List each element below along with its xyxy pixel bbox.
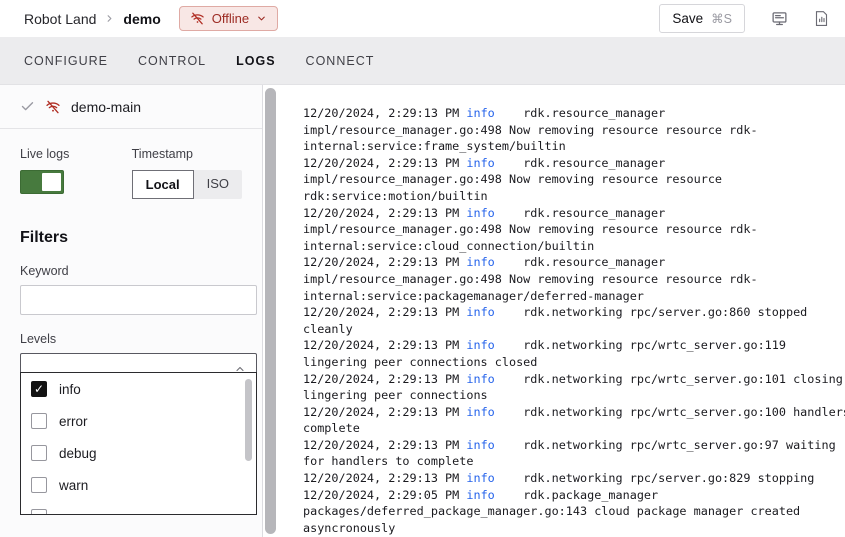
timestamp-label: Timestamp <box>132 147 242 161</box>
log-entry: 12/20/2024, 2:29:13 PM info rdk.resource… <box>303 105 845 155</box>
levels-dropdown-panel: ✓ info error debug warn <box>20 372 257 515</box>
live-logs-toggle[interactable] <box>20 170 64 194</box>
timestamp-option-iso[interactable]: ISO <box>194 170 242 199</box>
wifi-off-icon <box>45 99 61 115</box>
levels-label: Levels <box>20 332 242 346</box>
sidebar-controls: Live logs Timestamp Local ISO <box>0 129 262 199</box>
log-level: info <box>466 405 494 419</box>
log-entry: 12/20/2024, 2:29:13 PM info rdk.networki… <box>303 304 845 337</box>
log-timestamp: 12/20/2024, 2:29:13 PM <box>303 338 466 352</box>
toggle-knob <box>42 173 61 191</box>
chevron-right-icon <box>104 13 115 24</box>
sidebar-part-row[interactable]: demo-main <box>0 85 262 129</box>
log-level: info <box>466 471 494 485</box>
breadcrumb-home[interactable]: Robot Land <box>24 11 96 27</box>
log-entry: 12/20/2024, 2:29:13 PM info rdk.resource… <box>303 205 845 255</box>
keyword-input[interactable] <box>20 285 257 315</box>
log-area: 12/20/2024, 2:29:13 PM info rdk.resource… <box>263 85 845 537</box>
log-entry: 12/20/2024, 2:29:13 PM info rdk.networki… <box>303 437 845 470</box>
tab-control[interactable]: CONTROL <box>138 50 206 72</box>
log-timestamp: 12/20/2024, 2:29:13 PM <box>303 405 466 419</box>
log-level: info <box>466 438 494 452</box>
checkbox-icon[interactable]: ✓ <box>31 381 47 397</box>
log-level: info <box>466 206 494 220</box>
breadcrumb-current: demo <box>123 11 160 27</box>
level-option-info[interactable]: ✓ info <box>21 373 256 405</box>
sidebar: demo-main Live logs Timestamp Local ISO … <box>0 85 263 537</box>
chevron-down-icon <box>256 13 267 24</box>
level-option-warn[interactable]: warn <box>21 469 256 501</box>
save-button-label: Save <box>672 11 703 26</box>
level-option-label: debug <box>59 446 97 461</box>
level-option-label: warn <box>59 478 88 493</box>
log-timestamp: 12/20/2024, 2:29:13 PM <box>303 372 466 386</box>
filters-title: Filters <box>20 229 242 247</box>
log-report-icon[interactable] <box>814 10 829 27</box>
tab-configure[interactable]: CONFIGURE <box>24 50 108 72</box>
content: demo-main Live logs Timestamp Local ISO … <box>0 85 845 537</box>
checkbox-icon[interactable] <box>31 445 47 461</box>
log-timestamp: 12/20/2024, 2:29:13 PM <box>303 255 466 269</box>
level-option-error[interactable]: error <box>21 405 256 437</box>
save-button[interactable]: Save ⌘S <box>659 4 745 33</box>
monitor-icon[interactable] <box>771 10 788 27</box>
level-option[interactable] <box>21 501 256 515</box>
keyword-filter-group: Keyword <box>20 264 242 315</box>
tab-bar: CONFIGURE CONTROL LOGS CONNECT <box>0 37 845 85</box>
log-timestamp: 12/20/2024, 2:29:13 PM <box>303 438 466 452</box>
offline-status-label: Offline <box>212 11 249 26</box>
top-bar: Robot Land demo Offline Save ⌘S <box>0 0 845 37</box>
log-entry: 12/20/2024, 2:29:13 PM info rdk.networki… <box>303 337 845 370</box>
check-icon <box>20 99 35 114</box>
log-entry: 12/20/2024, 2:29:13 PM info rdk.networki… <box>303 470 845 487</box>
log-timestamp: 12/20/2024, 2:29:13 PM <box>303 471 466 485</box>
part-name: demo-main <box>71 99 141 115</box>
timestamp-segmented-control: Local ISO <box>132 170 242 199</box>
log-level: info <box>466 106 494 120</box>
log-timestamp: 12/20/2024, 2:29:05 PM <box>303 488 466 502</box>
log-timestamp: 12/20/2024, 2:29:13 PM <box>303 206 466 220</box>
log-list: 12/20/2024, 2:29:13 PM info rdk.resource… <box>303 105 845 536</box>
timestamp-option-local[interactable]: Local <box>132 170 194 199</box>
log-entry: 12/20/2024, 2:29:13 PM info rdk.resource… <box>303 254 845 304</box>
log-message: rdk.networking rpc/server.go:829 stoppin… <box>495 471 815 485</box>
log-timestamp: 12/20/2024, 2:29:13 PM <box>303 106 466 120</box>
offline-status-badge[interactable]: Offline <box>179 6 278 31</box>
log-level: info <box>466 156 494 170</box>
tab-logs[interactable]: LOGS <box>236 50 275 72</box>
level-option-debug[interactable]: debug <box>21 437 256 469</box>
keyword-label: Keyword <box>20 264 242 278</box>
level-option-label: error <box>59 414 88 429</box>
log-level: info <box>466 338 494 352</box>
vertical-scrollbar[interactable] <box>265 88 276 534</box>
log-level: info <box>466 255 494 269</box>
levels-panel-scrollbar[interactable] <box>245 379 252 461</box>
wifi-off-icon <box>190 11 205 26</box>
log-entry: 12/20/2024, 2:29:13 PM info rdk.networki… <box>303 371 845 404</box>
live-logs-label: Live logs <box>20 147 132 161</box>
checkbox-icon[interactable] <box>31 413 47 429</box>
log-entry: 12/20/2024, 2:29:13 PM info rdk.resource… <box>303 155 845 205</box>
log-level: info <box>466 488 494 502</box>
log-timestamp: 12/20/2024, 2:29:13 PM <box>303 156 466 170</box>
checkbox-icon[interactable] <box>31 477 47 493</box>
log-entry: 12/20/2024, 2:29:13 PM info rdk.networki… <box>303 404 845 437</box>
level-option-label: info <box>59 382 81 397</box>
save-shortcut: ⌘S <box>711 11 732 26</box>
tab-connect[interactable]: CONNECT <box>306 50 375 72</box>
log-timestamp: 12/20/2024, 2:29:13 PM <box>303 305 466 319</box>
log-level: info <box>466 372 494 386</box>
log-level: info <box>466 305 494 319</box>
checkbox-icon[interactable] <box>31 509 47 515</box>
log-entry: 12/20/2024, 2:29:05 PM info rdk.package_… <box>303 487 845 537</box>
levels-option-list: ✓ info error debug warn <box>21 373 256 515</box>
breadcrumb: Robot Land demo <box>24 11 161 27</box>
